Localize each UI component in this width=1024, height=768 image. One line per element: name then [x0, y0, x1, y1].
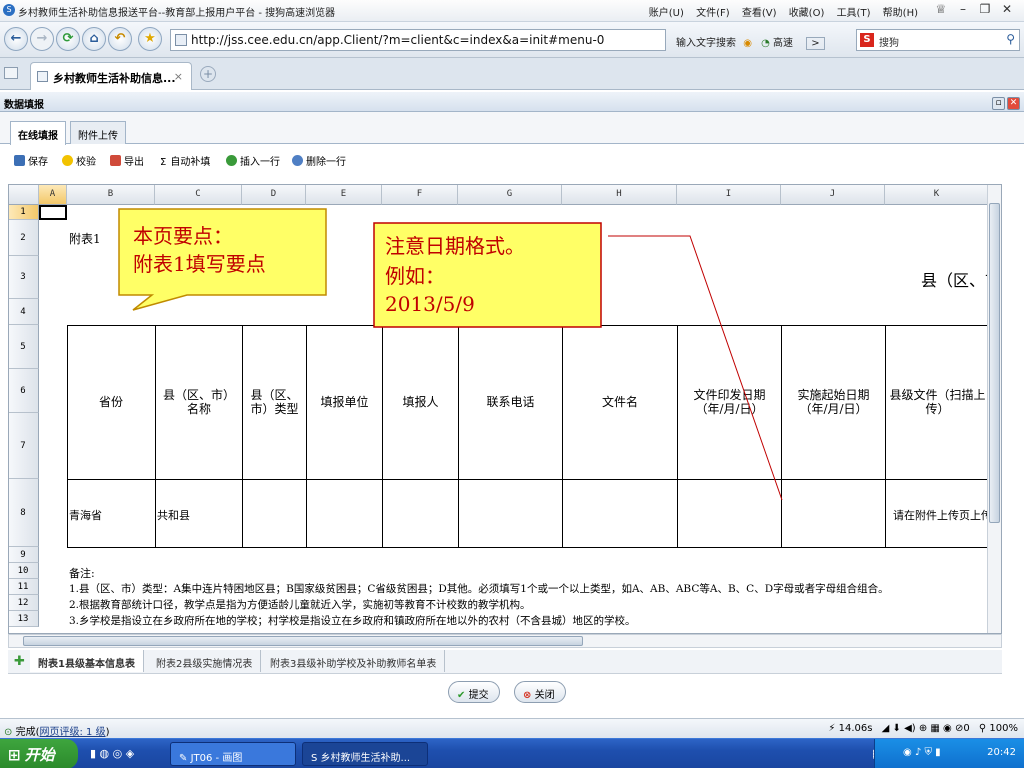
task-paint[interactable]: ✎ JT06 - 画图: [170, 742, 296, 766]
speed-icon: ⚡: [828, 723, 836, 734]
horizontal-scroll-thumb[interactable]: [23, 636, 583, 646]
callout-left-line1: 本页要点：: [133, 224, 233, 248]
callout-left-line2: 附表1填写要点: [133, 252, 266, 276]
status-paren: ): [105, 727, 110, 738]
submit-label: 提交: [468, 690, 489, 701]
add-sheet-icon[interactable]: ✚: [14, 654, 25, 669]
task-browser[interactable]: S 乡村教师生活补助...: [302, 742, 428, 766]
sheet-tab-appendix2[interactable]: 附表2县级实施情况表: [148, 650, 262, 672]
status-done: 完成(: [15, 727, 40, 738]
submit-button[interactable]: ✔ 提交: [448, 681, 500, 703]
page-rating-link[interactable]: 网页评级: 1 级: [39, 727, 105, 738]
close-button[interactable]: ⊗ 关闭: [514, 681, 566, 703]
horizontal-scrollbar[interactable]: [8, 634, 1002, 648]
status-left: ⊙ 完成(网页评级: 1 级): [4, 723, 109, 738]
taskbar: ⊞开始 ▮ ◍ ◎ ◈ ✎ JT06 - 画图 S 乡村教师生活补助... ▤ …: [0, 738, 1024, 768]
sheet-tab-appendix1[interactable]: 附表1县级基本信息表: [30, 650, 144, 672]
status-right: ⚡ 14.06s ◢ ⬇ ◀) ⊕ ▦ ◉ ⊘0 ⚲ 100%: [828, 723, 1018, 734]
zoom-level[interactable]: 100%: [989, 723, 1018, 734]
start-button[interactable]: ⊞ 开始: [0, 739, 78, 768]
callout-pointer-line: [608, 235, 783, 501]
system-tray: ◉ ♪ ⛨ ▮ 20:42: [874, 739, 1024, 768]
close-label: 关闭: [534, 690, 555, 701]
done-icon: ⊙: [4, 727, 13, 738]
task-paint-label: JT06 - 画图: [190, 753, 243, 764]
action-row: ✔ 提交 ⊗ 关闭: [0, 676, 1024, 710]
windows-logo-icon: ⊞: [8, 746, 21, 764]
close-circle-icon: ⊗: [523, 690, 532, 701]
start-label: 开始: [24, 746, 55, 764]
callout-right-line2: 例如：: [385, 264, 445, 288]
clock: 20:42: [987, 747, 1016, 758]
sogou-icon: S: [311, 753, 318, 764]
paint-icon: ✎: [179, 753, 188, 764]
tray-icons[interactable]: ◉ ♪ ⛨ ▮: [903, 747, 941, 758]
zoom-icon[interactable]: ⚲: [979, 723, 986, 734]
status-tool-icons[interactable]: ◢ ⬇ ◀) ⊕ ▦ ◉ ⊘0: [882, 723, 970, 734]
callout-right-line1: 注意日期格式。: [385, 234, 525, 258]
quick-launch-icons[interactable]: ▮ ◍ ◎ ◈: [90, 747, 134, 760]
callout-right-line3: 2013/5/9: [385, 292, 475, 316]
load-time: 14.06s: [838, 723, 873, 734]
status-bar: ⊙ 完成(网页评级: 1 级) ⚡ 14.06s ◢ ⬇ ◀) ⊕ ▦ ◉ ⊘0…: [0, 718, 1024, 738]
sheet-tab-appendix3[interactable]: 附表3县级补助学校及补助教师名单表: [262, 650, 446, 672]
sheet-tab-bar: ✚ 附表1县级基本信息表 附表2县级实施情况表 附表3县级补助学校及补助教师名单…: [8, 650, 1002, 674]
check-icon: ✔: [457, 690, 466, 701]
task-browser-label: 乡村教师生活补助...: [320, 753, 411, 764]
